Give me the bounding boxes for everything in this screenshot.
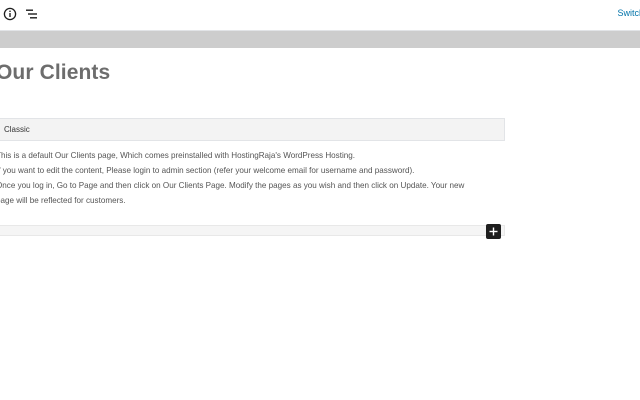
content-paragraph: If you want to edit the content, Please … bbox=[0, 166, 415, 175]
page-title[interactable]: Our Clients bbox=[0, 61, 110, 85]
info-icon[interactable] bbox=[0, 4, 20, 24]
plus-icon bbox=[489, 227, 498, 236]
content-paragraph: Once you log in, Go to Page and then cli… bbox=[0, 181, 465, 190]
content-paragraph: This is a default Our Clients page, Whic… bbox=[0, 151, 356, 160]
add-block-button[interactable] bbox=[486, 224, 501, 239]
classic-block-label: Classic bbox=[4, 125, 30, 134]
classic-block-content[interactable]: This is a default Our Clients page, Whic… bbox=[0, 148, 508, 208]
header-band bbox=[0, 31, 640, 48]
classic-block-toolbar[interactable]: Classic bbox=[0, 118, 505, 141]
editor-top-toolbar: Switch bbox=[0, 0, 640, 31]
block-navigation-icon[interactable] bbox=[22, 4, 42, 24]
block-appender-bar bbox=[0, 225, 505, 236]
content-paragraph: page will be reflected for customers. bbox=[0, 196, 126, 205]
switch-link[interactable]: Switch bbox=[617, 8, 640, 18]
